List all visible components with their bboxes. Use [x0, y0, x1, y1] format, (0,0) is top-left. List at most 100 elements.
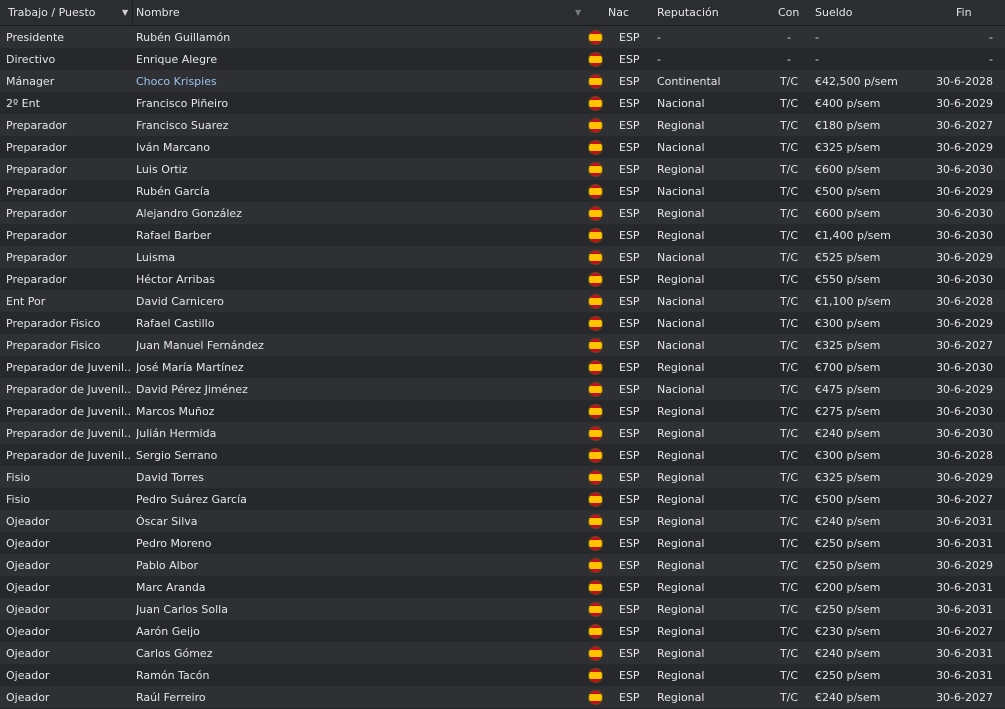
reputation-cell: Regional: [657, 668, 705, 682]
table-row[interactable]: Ojeador Óscar Silva ESP Regional T/C €240 p/s…: [0, 510, 1005, 532]
name-cell[interactable]: Francisco Suarez: [136, 119, 576, 132]
table-row[interactable]: Ojeador Raúl Ferreiro ESP Regional T/C €240 p…: [0, 686, 1005, 708]
nationality-cell: ESP: [619, 162, 640, 176]
table-row[interactable]: Ojeador Pablo Albor ESP Regional T/C €250 p/s…: [0, 554, 1005, 576]
table-row[interactable]: Preparador de Juvenil.. Sergio Serrano ESP…: [0, 444, 1005, 466]
name-cell[interactable]: Raúl Ferreiro: [136, 691, 576, 704]
table-row[interactable]: Preparador Luisma ESP Nacional T/C €525 p/sem…: [0, 246, 1005, 268]
name-cell[interactable]: Iván Marcano: [136, 141, 576, 154]
nationality-cell: ESP: [619, 404, 640, 418]
table-row[interactable]: Ojeador Ramón Tacón ESP Regional T/C €250 p/s…: [0, 664, 1005, 686]
name-cell[interactable]: Rafael Castillo: [136, 317, 576, 330]
spain-flag-icon: [588, 513, 604, 529]
column-header-contract[interactable]: Con: [778, 6, 799, 19]
table-row[interactable]: Preparador Alejandro González ESP Regional T…: [0, 202, 1005, 224]
column-header-end[interactable]: Fin: [956, 6, 972, 19]
table-row[interactable]: Ent Por David Carnicero ESP Nacional T/C €1,1…: [0, 290, 1005, 312]
spain-flag-icon: [588, 425, 604, 441]
name-cell[interactable]: David Pérez Jiménez: [136, 383, 576, 396]
table-row[interactable]: Preparador Héctor Arribas ESP Regional T/C €5…: [0, 268, 1005, 290]
name-cell[interactable]: Francisco Piñeiro: [136, 97, 576, 110]
table-row[interactable]: Preparador Francisco Suarez ESP Regional T/C…: [0, 114, 1005, 136]
table-row[interactable]: Preparador de Juvenil.. David Pérez Jimén…: [0, 378, 1005, 400]
name-cell[interactable]: David Carnicero: [136, 295, 576, 308]
table-row[interactable]: Ojeador Pedro Moreno ESP Regional T/C €250 p/…: [0, 532, 1005, 554]
table-row[interactable]: Ojeador Aarón Geijo ESP Regional T/C €230 p/s…: [0, 620, 1005, 642]
nationality-cell: ESP: [619, 30, 640, 44]
name-cell[interactable]: Aarón Geijo: [136, 625, 576, 638]
contract-end-cell: 30-6-2027: [936, 690, 993, 704]
name-cell[interactable]: Pablo Albor: [136, 559, 576, 572]
column-header-nac[interactable]: Nac: [608, 6, 629, 19]
name-cell[interactable]: Juan Carlos Solla: [136, 603, 576, 616]
table-row[interactable]: Preparador de Juvenil.. Marcos Muñoz ESP Re…: [0, 400, 1005, 422]
job-cell: Ojeador: [6, 580, 50, 594]
table-row[interactable]: Ojeador Marc Aranda ESP Regional T/C €200 p/s…: [0, 576, 1005, 598]
reputation-cell: Nacional: [657, 294, 705, 308]
name-cell[interactable]: Carlos Gómez: [136, 647, 576, 660]
name-cell[interactable]: Ramón Tacón: [136, 669, 576, 682]
column-header-name[interactable]: Nombre: [136, 6, 180, 19]
name-cell[interactable]: Marcos Muñoz: [136, 405, 576, 418]
contract-cell: T/C: [779, 558, 799, 572]
table-row[interactable]: Directivo Enrique Alegre ESP - - - -: [0, 48, 1005, 70]
name-cell[interactable]: Óscar Silva: [136, 515, 576, 528]
contract-end-cell: 30-6-2028: [936, 74, 993, 88]
name-cell[interactable]: Choco Krispies: [136, 75, 576, 88]
job-cell: Preparador: [6, 272, 67, 286]
name-cell[interactable]: Rafael Barber: [136, 229, 576, 242]
table-row[interactable]: Mánager Choco Krispies ESP Continental T/C €4…: [0, 70, 1005, 92]
nationality-cell: ESP: [619, 580, 640, 594]
table-row[interactable]: Preparador Fisico Rafael Castillo ESP Nacio…: [0, 312, 1005, 334]
table-row[interactable]: Preparador de Juvenil.. José María Martín…: [0, 356, 1005, 378]
name-cell[interactable]: Luisma: [136, 251, 576, 264]
name-cell[interactable]: Marc Aranda: [136, 581, 576, 594]
contract-cell: T/C: [779, 382, 799, 396]
reputation-cell: Regional: [657, 690, 705, 704]
reputation-cell: Regional: [657, 448, 705, 462]
spain-flag-icon: [588, 469, 604, 485]
name-cell[interactable]: David Torres: [136, 471, 576, 484]
nationality-cell: ESP: [619, 206, 640, 220]
table-row[interactable]: Preparador Fisico Juan Manuel Fernández ES…: [0, 334, 1005, 356]
name-cell[interactable]: Julián Hermida: [136, 427, 576, 440]
name-cell[interactable]: Luis Ortiz: [136, 163, 576, 176]
contract-end-cell: 30-6-2031: [936, 602, 993, 616]
name-cell[interactable]: Sergio Serrano: [136, 449, 576, 462]
table-row[interactable]: Ojeador Juan Carlos Solla ESP Regional T/C €2…: [0, 598, 1005, 620]
name-cell[interactable]: Rubén Guillamón: [136, 31, 576, 44]
table-body: Presidente Rubén Guillamón ESP - - - - Directiv…: [0, 26, 1005, 708]
nationality-cell: ESP: [619, 668, 640, 682]
table-row[interactable]: Preparador Rafael Barber ESP Regional T/C €1,…: [0, 224, 1005, 246]
reputation-cell: Continental: [657, 74, 721, 88]
name-cell[interactable]: Pedro Moreno: [136, 537, 576, 550]
name-cell[interactable]: Alejandro González: [136, 207, 576, 220]
name-cell[interactable]: Pedro Suárez García: [136, 493, 576, 506]
column-header-job[interactable]: Trabajo / Puesto ▼: [0, 0, 133, 25]
contract-cell: T/C: [779, 514, 799, 528]
table-row[interactable]: Preparador Iván Marcano ESP Nacional T/C €325…: [0, 136, 1005, 158]
table-row[interactable]: 2º Ent Francisco Piñeiro ESP Nacional T/C €40…: [0, 92, 1005, 114]
table-row[interactable]: Fisio Pedro Suárez García ESP Regional T/C €5…: [0, 488, 1005, 510]
column-header-salary[interactable]: Sueldo: [815, 6, 853, 19]
contract-cell: T/C: [779, 690, 799, 704]
spain-flag-icon: [588, 359, 604, 375]
table-row[interactable]: Ojeador Carlos Gómez ESP Regional T/C €240 p/…: [0, 642, 1005, 664]
name-cell[interactable]: Enrique Alegre: [136, 53, 576, 66]
name-cell[interactable]: José María Martínez: [136, 361, 576, 374]
name-cell[interactable]: Juan Manuel Fernández: [136, 339, 576, 352]
nationality-cell: ESP: [619, 536, 640, 550]
reputation-cell: -: [657, 30, 661, 44]
table-row[interactable]: Fisio David Torres ESP Regional T/C €325 p/se…: [0, 466, 1005, 488]
table-row[interactable]: Preparador Luis Ortiz ESP Regional T/C €600 p…: [0, 158, 1005, 180]
table-row[interactable]: Presidente Rubén Guillamón ESP - - - -: [0, 26, 1005, 48]
job-cell: Ojeador: [6, 514, 50, 528]
column-header-reputation[interactable]: Reputación: [657, 6, 719, 19]
table-row[interactable]: Preparador Rubén García ESP Nacional T/C €500…: [0, 180, 1005, 202]
name-cell[interactable]: Rubén García: [136, 185, 576, 198]
contract-end-cell: 30-6-2027: [936, 118, 993, 132]
table-row[interactable]: Preparador de Juvenil.. Julián Hermida ESP…: [0, 422, 1005, 444]
chevron-down-icon: ▼: [575, 8, 582, 17]
contract-end-cell: 30-6-2029: [936, 470, 993, 484]
name-cell[interactable]: Héctor Arribas: [136, 273, 576, 286]
